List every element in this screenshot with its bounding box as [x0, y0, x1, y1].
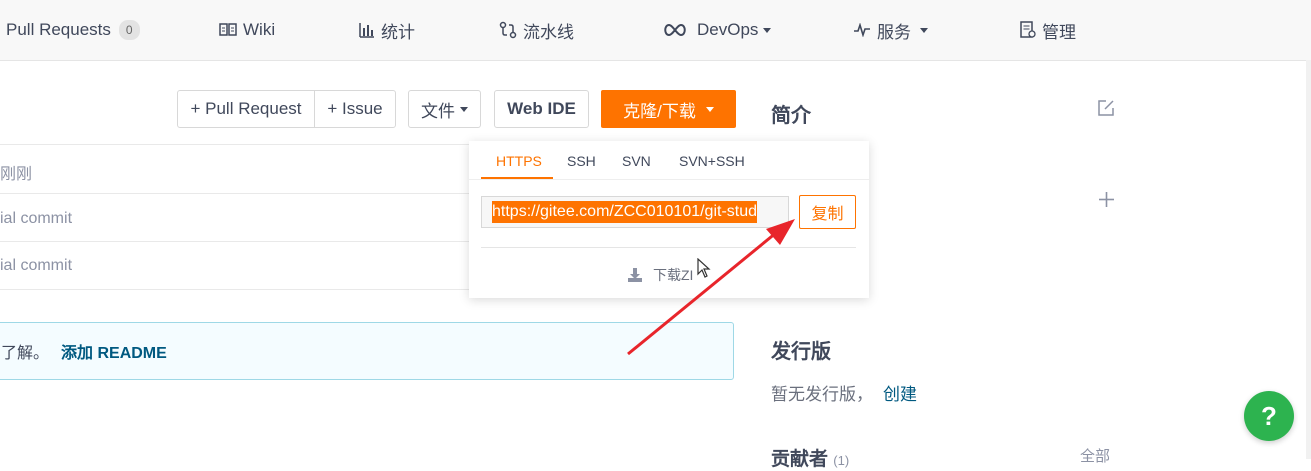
new-issue-button[interactable]: + Issue [314, 90, 396, 128]
tab-svn[interactable]: SVN [622, 153, 651, 169]
tab-https[interactable]: HTTPS [496, 153, 542, 169]
file-menu-button[interactable]: 文件 [408, 90, 481, 128]
nav-manage[interactable]: 管理 [1020, 0, 1076, 60]
chevron-down-icon [763, 27, 772, 33]
contributors-title-label: 贡献者 [771, 449, 829, 470]
nav-stats[interactable]: 统计 [359, 0, 415, 60]
intro-title: 简介 [771, 105, 811, 127]
top-nav: Pull Requests 0 Wiki 统计 流水线 DevOps 服务 管理 [0, 0, 1311, 61]
chevron-down-icon [705, 106, 714, 112]
chevron-down-icon [460, 106, 468, 112]
pipeline-icon [499, 21, 517, 39]
contributors-count: (1) [833, 453, 850, 468]
nav-services[interactable]: 服务 [853, 0, 928, 60]
new-issue-label: + Issue [327, 99, 383, 118]
nav-services-label: 服务 [877, 22, 911, 42]
table-header-time: 刚刚 [0, 166, 33, 183]
nav-pipeline-label: 流水线 [523, 22, 574, 42]
clone-download-label: 克隆/下载 [623, 101, 696, 121]
web-ide-label: Web IDE [507, 99, 576, 118]
active-tab-indicator [481, 177, 553, 179]
table-divider [0, 144, 470, 145]
help-button[interactable]: ? [1244, 391, 1294, 441]
new-pull-request-button[interactable]: + Pull Request [177, 90, 315, 128]
nav-devops[interactable]: DevOps [663, 0, 772, 60]
annotation-arrow-icon [627, 219, 795, 356]
chevron-down-icon [920, 27, 928, 33]
readme-notice-text: 了解。 [1, 345, 50, 362]
table-divider [0, 241, 470, 242]
create-release-link[interactable]: 创建 [883, 385, 917, 404]
new-pull-request-label: + Pull Request [190, 99, 302, 118]
nav-wiki[interactable]: Wiki [219, 0, 275, 60]
web-ide-button[interactable]: Web IDE [494, 90, 589, 128]
infinity-icon [663, 23, 687, 37]
nav-pull-requests[interactable]: Pull Requests 0 [6, 0, 140, 60]
release-empty-text: 暂无发行版， 创建 [771, 380, 917, 405]
settings-doc-icon [1020, 21, 1036, 39]
add-readme-link[interactable]: 添加 README [61, 339, 167, 363]
scrollbar-track[interactable] [1306, 60, 1311, 459]
nav-devops-label: DevOps [697, 20, 759, 39]
bar-chart-icon [359, 22, 375, 38]
copy-url-button[interactable]: 复制 [799, 195, 856, 229]
nav-stats-label: 统计 [381, 22, 415, 42]
pulse-icon [853, 23, 871, 37]
table-divider [0, 193, 470, 194]
tab-bar-divider [469, 179, 869, 180]
clone-download-button[interactable]: 克隆/下载 [601, 90, 736, 128]
pull-requests-count-badge: 0 [118, 20, 140, 40]
table-row-commit-message[interactable]: ial commit [0, 257, 72, 275]
contributors-title: 贡献者 (1) [771, 444, 849, 471]
book-icon [219, 22, 237, 38]
release-empty-label: 暂无发行版， [771, 385, 873, 404]
tab-svn-ssh[interactable]: SVN+SSH [679, 153, 745, 169]
edit-icon[interactable] [1097, 99, 1115, 122]
table-divider [0, 289, 470, 290]
plus-icon[interactable] [1098, 191, 1115, 213]
file-menu-label: 文件 [421, 101, 455, 121]
contributors-all-link[interactable]: 全部 [1080, 445, 1110, 466]
tab-ssh[interactable]: SSH [567, 153, 596, 169]
nav-manage-label: 管理 [1042, 22, 1076, 42]
table-row-commit-message[interactable]: ial commit [0, 210, 72, 228]
nav-pipeline[interactable]: 流水线 [499, 0, 574, 60]
nav-wiki-label: Wiki [243, 20, 276, 39]
nav-pull-requests-label: Pull Requests [6, 20, 111, 39]
